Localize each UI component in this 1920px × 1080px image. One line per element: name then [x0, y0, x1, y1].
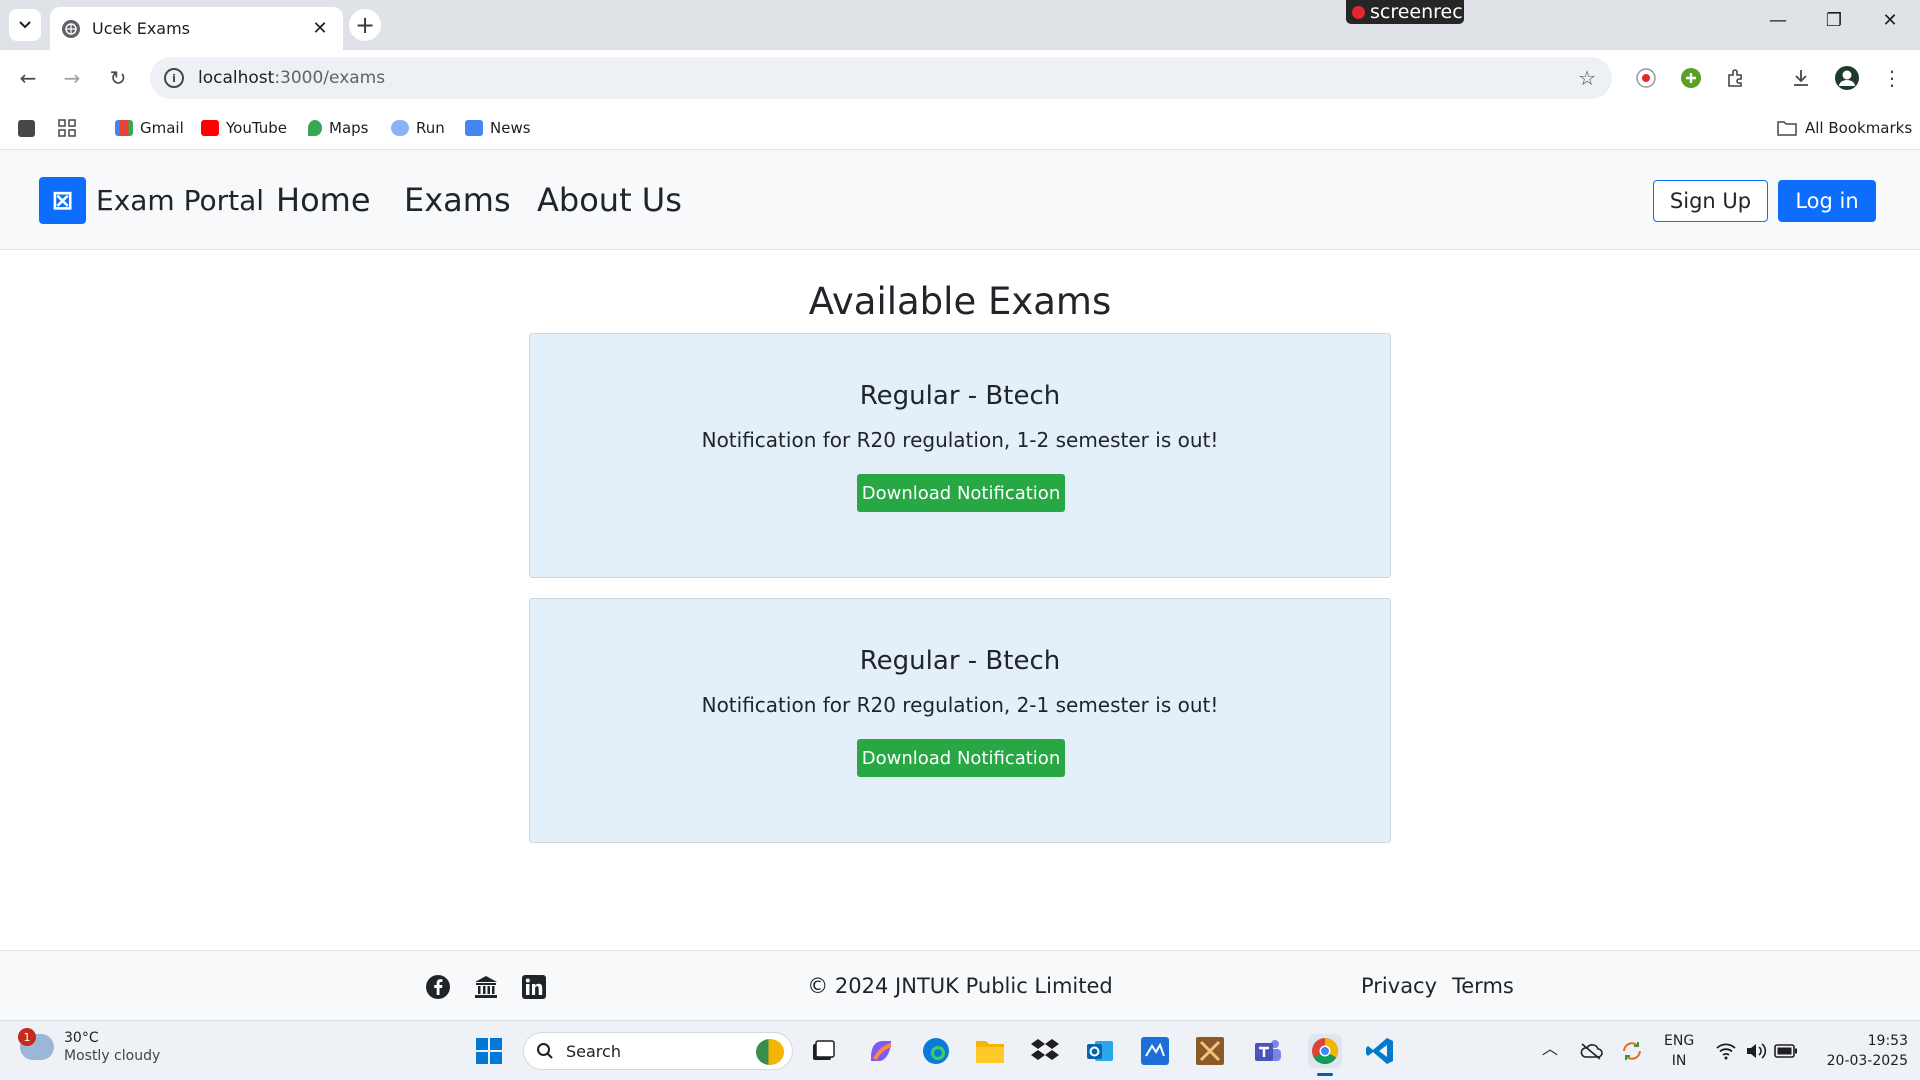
exam-title: Regular - Btech	[859, 646, 1061, 676]
active-app-indicator	[1317, 1073, 1333, 1076]
dosbox-icon[interactable]	[1193, 1034, 1227, 1068]
search-icon	[537, 1043, 553, 1059]
log-in-button[interactable]: Log in	[1778, 180, 1876, 222]
back-icon[interactable]: ←	[14, 64, 42, 92]
close-window-icon[interactable]: ✕	[1870, 10, 1910, 31]
maps-pin-icon	[308, 120, 322, 136]
green-extension-icon[interactable]	[1677, 64, 1705, 92]
news-icon	[465, 120, 483, 136]
tab-search-button[interactable]	[9, 9, 41, 41]
reload-icon[interactable]: ↻	[104, 64, 132, 92]
battery-icon[interactable]	[1772, 1034, 1800, 1068]
extensions-icon[interactable]	[1722, 64, 1750, 92]
exam-title: Regular - Btech	[859, 381, 1061, 411]
minimize-icon[interactable]: —	[1758, 10, 1798, 31]
wifi-icon[interactable]	[1712, 1034, 1740, 1068]
side-panel-icon[interactable]	[18, 117, 42, 139]
chrome-icon[interactable]	[1308, 1034, 1342, 1068]
forward-icon[interactable]: →	[58, 64, 86, 92]
page-title: Available Exams	[808, 280, 1112, 323]
windows-start-icon[interactable]	[472, 1034, 506, 1068]
exam-card: Regular - Btech Notification for R20 reg…	[529, 598, 1391, 843]
exam-card: Regular - Btech Notification for R20 reg…	[529, 333, 1391, 578]
globe-icon	[62, 19, 80, 38]
exam-description: Notification for R20 regulation, 1-2 sem…	[701, 428, 1219, 452]
all-bookmarks[interactable]: All Bookmarks	[1777, 117, 1912, 139]
nav-home[interactable]: Home	[276, 181, 371, 219]
footer-privacy-link[interactable]: Privacy	[1361, 974, 1437, 998]
notification-badge: 1	[18, 1028, 36, 1046]
tab-title: Ucek Exams	[92, 19, 191, 38]
taskbar-search[interactable]: Search	[523, 1032, 793, 1070]
bookmark-youtube[interactable]: YouTube	[201, 117, 287, 139]
browser-toolbar: ← → ↻ i localhost:3000/exams ☆ ⋮	[0, 50, 1920, 106]
bookmark-news[interactable]: News	[465, 117, 531, 139]
bookmark-run[interactable]: Run	[391, 117, 445, 139]
language-indicator[interactable]: ENG IN	[1664, 1031, 1694, 1071]
nav-about-us[interactable]: About Us	[537, 181, 682, 219]
url-text: localhost:3000/exams	[198, 68, 386, 88]
download-notification-button[interactable]: Download Notification	[857, 474, 1065, 512]
volume-icon[interactable]	[1742, 1034, 1770, 1068]
exam-description: Notification for R20 regulation, 2-1 sem…	[701, 693, 1219, 717]
show-hidden-icons[interactable]: ︿	[1542, 1039, 1558, 1059]
outlook-icon[interactable]	[1083, 1034, 1117, 1068]
task-view-icon[interactable]	[806, 1034, 840, 1068]
footer-terms-link[interactable]: Terms	[1452, 974, 1514, 998]
browser-tab-active[interactable]: Ucek Exams ✕	[50, 7, 343, 50]
menu-kebab-icon[interactable]: ⋮	[1878, 64, 1906, 92]
myhp-icon[interactable]	[1138, 1034, 1172, 1068]
download-notification-button[interactable]: Download Notification	[857, 739, 1065, 777]
folder-icon	[1777, 121, 1797, 136]
file-explorer-icon[interactable]	[973, 1034, 1007, 1068]
nav-exams[interactable]: Exams	[404, 181, 511, 219]
copilot-icon[interactable]	[864, 1034, 898, 1068]
sync-icon[interactable]	[1617, 1034, 1647, 1068]
site-navbar: ⊠ Exam Portal Home Exams About Us Sign U…	[0, 150, 1920, 250]
dropbox-icon[interactable]	[1028, 1034, 1062, 1068]
sign-up-button[interactable]: Sign Up	[1653, 180, 1768, 222]
site-info-icon[interactable]: i	[164, 68, 184, 88]
tab-strip: Ucek Exams ✕ + screenrec — ❐ ✕	[0, 0, 1920, 50]
brand-logo-icon[interactable]: ⊠	[39, 177, 86, 224]
close-tab-icon[interactable]: ✕	[309, 18, 331, 39]
weather-temperature: 30°C	[64, 1030, 99, 1046]
weather-widget[interactable]: 1 30°C Mostly cloudy	[18, 1028, 161, 1065]
restore-icon[interactable]: ❐	[1814, 10, 1854, 31]
copyright-text: © 2024 JNTUK Public Limited	[807, 974, 1113, 998]
gmail-icon	[115, 120, 133, 136]
search-highlight-icon	[756, 1039, 784, 1065]
windows-taskbar: 1 30°C Mostly cloudy Search ︿ ENG IN 19:…	[0, 1020, 1920, 1080]
youtube-icon	[201, 120, 219, 136]
edge-browser-icon[interactable]	[919, 1034, 953, 1068]
teams-icon[interactable]	[1251, 1034, 1285, 1068]
screen-recorder-badge[interactable]: screenrec	[1346, 0, 1464, 24]
vscode-icon[interactable]	[1363, 1034, 1397, 1068]
download-icon[interactable]	[1787, 64, 1815, 92]
new-tab-button[interactable]: +	[349, 9, 381, 41]
weather-description: Mostly cloudy	[64, 1048, 161, 1064]
clock-time: 19:53	[1867, 1033, 1908, 1049]
search-label: Search	[566, 1041, 621, 1061]
onedrive-offline-icon[interactable]	[1576, 1034, 1606, 1068]
site-footer: © 2024 JNTUK Public Limited Privacy Term…	[0, 950, 1920, 1020]
record-extension-icon[interactable]	[1632, 64, 1660, 92]
apps-grid-icon[interactable]	[58, 117, 76, 139]
bookmark-maps[interactable]: Maps	[308, 117, 368, 139]
bookmark-star-icon[interactable]: ☆	[1578, 66, 1596, 90]
cloud-icon	[391, 120, 409, 136]
profile-avatar-icon[interactable]	[1833, 64, 1861, 92]
recorder-label: screenrec	[1370, 1, 1463, 23]
clock[interactable]: 19:53 20-03-2025	[1812, 1031, 1908, 1071]
address-bar[interactable]: i localhost:3000/exams ☆	[150, 57, 1612, 99]
chevron-down-icon	[19, 21, 31, 29]
clock-date: 20-03-2025	[1826, 1053, 1908, 1069]
cloudy-weather-icon: 1	[18, 1028, 54, 1060]
record-dot-icon	[1352, 5, 1365, 19]
brand-name[interactable]: Exam Portal	[96, 184, 264, 217]
bookmarks-bar: Gmail YouTube Maps Run News All Bookmark…	[0, 106, 1920, 150]
bookmark-gmail[interactable]: Gmail	[115, 117, 184, 139]
